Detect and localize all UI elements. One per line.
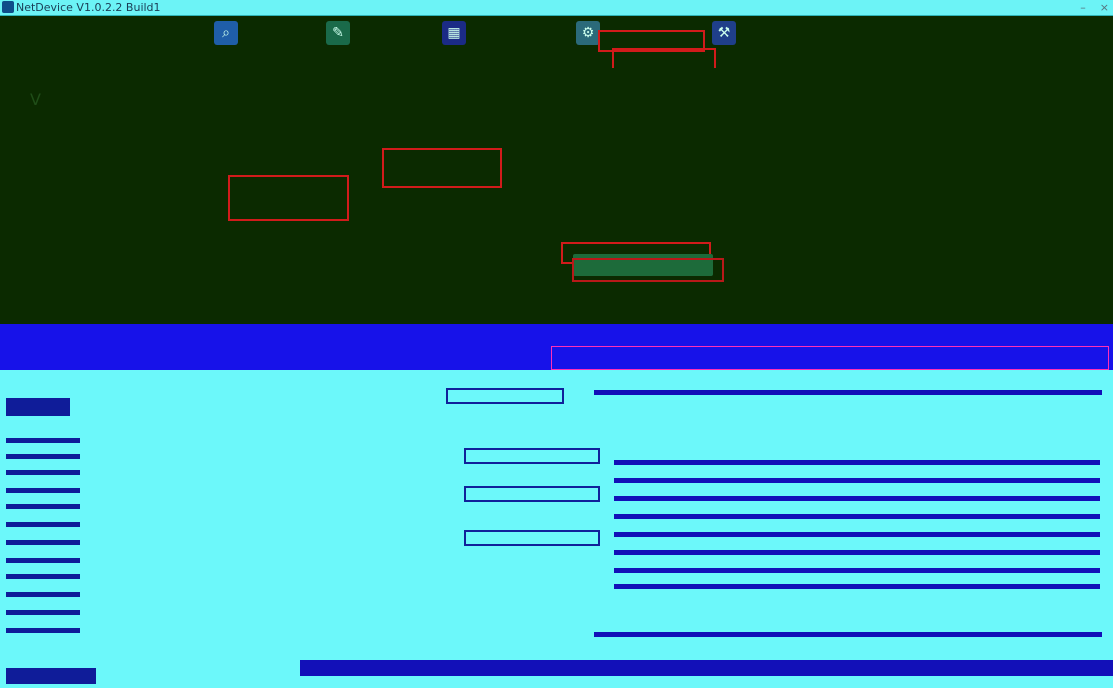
form-field[interactable] [464, 486, 600, 502]
toolbar-item-tools[interactable]: ⚒ [712, 18, 741, 48]
sidebar-item[interactable] [6, 574, 80, 579]
divider [614, 568, 1100, 573]
sidebar-item[interactable] [6, 558, 80, 563]
sidebar [6, 370, 82, 688]
status-bar [300, 660, 1113, 676]
tools-icon: ⚒ [712, 21, 736, 45]
divider [614, 514, 1100, 519]
minimize-icon[interactable]: – [1080, 0, 1086, 15]
form-field[interactable] [464, 530, 600, 546]
divider [614, 550, 1100, 555]
input-highlight[interactable] [228, 175, 349, 221]
divider [614, 460, 1100, 465]
button-highlight [572, 258, 724, 282]
input-highlight[interactable] [382, 148, 502, 188]
title-bar: NetDevice V1.0.2.2 Build1 – × [0, 0, 1113, 16]
divider [594, 390, 1102, 395]
toolbar [0, 16, 1113, 68]
status-bar-left [6, 668, 96, 684]
sidebar-item[interactable] [6, 628, 80, 633]
window-controls: – × [1080, 0, 1109, 15]
device-icon: ▦ [442, 21, 466, 45]
divider [614, 496, 1100, 501]
toolbar-item-edit[interactable]: ✎ [326, 18, 355, 48]
sidebar-item[interactable] [6, 454, 80, 459]
sidebar-item[interactable] [6, 438, 80, 443]
content-heading: V [30, 90, 41, 109]
form-field[interactable] [446, 388, 564, 404]
divider [614, 478, 1100, 483]
sidebar-item[interactable] [6, 488, 80, 493]
sidebar-item[interactable] [6, 470, 80, 475]
close-icon[interactable]: × [1100, 0, 1109, 15]
highlight-box [612, 48, 716, 70]
sidebar-header [6, 398, 70, 416]
right-panel [592, 370, 1113, 688]
search-icon: ⌕ [214, 21, 238, 45]
app-icon [2, 1, 14, 13]
band-info-box [551, 346, 1109, 370]
content-area [0, 68, 1113, 324]
toolbar-item-device[interactable]: ▦ [442, 18, 471, 48]
toolbar-item-search[interactable]: ⌕ [214, 18, 243, 48]
divider [594, 632, 1102, 637]
sidebar-item[interactable] [6, 540, 80, 545]
config-icon: ⚙ [576, 21, 600, 45]
divider [614, 584, 1100, 589]
sidebar-item[interactable] [6, 610, 80, 615]
edit-icon: ✎ [326, 21, 350, 45]
sidebar-item[interactable] [6, 504, 80, 509]
sidebar-item[interactable] [6, 522, 80, 527]
window-title: NetDevice V1.0.2.2 Build1 [16, 1, 161, 14]
form-field[interactable] [464, 448, 600, 464]
divider [614, 532, 1100, 537]
sidebar-item[interactable] [6, 592, 80, 597]
